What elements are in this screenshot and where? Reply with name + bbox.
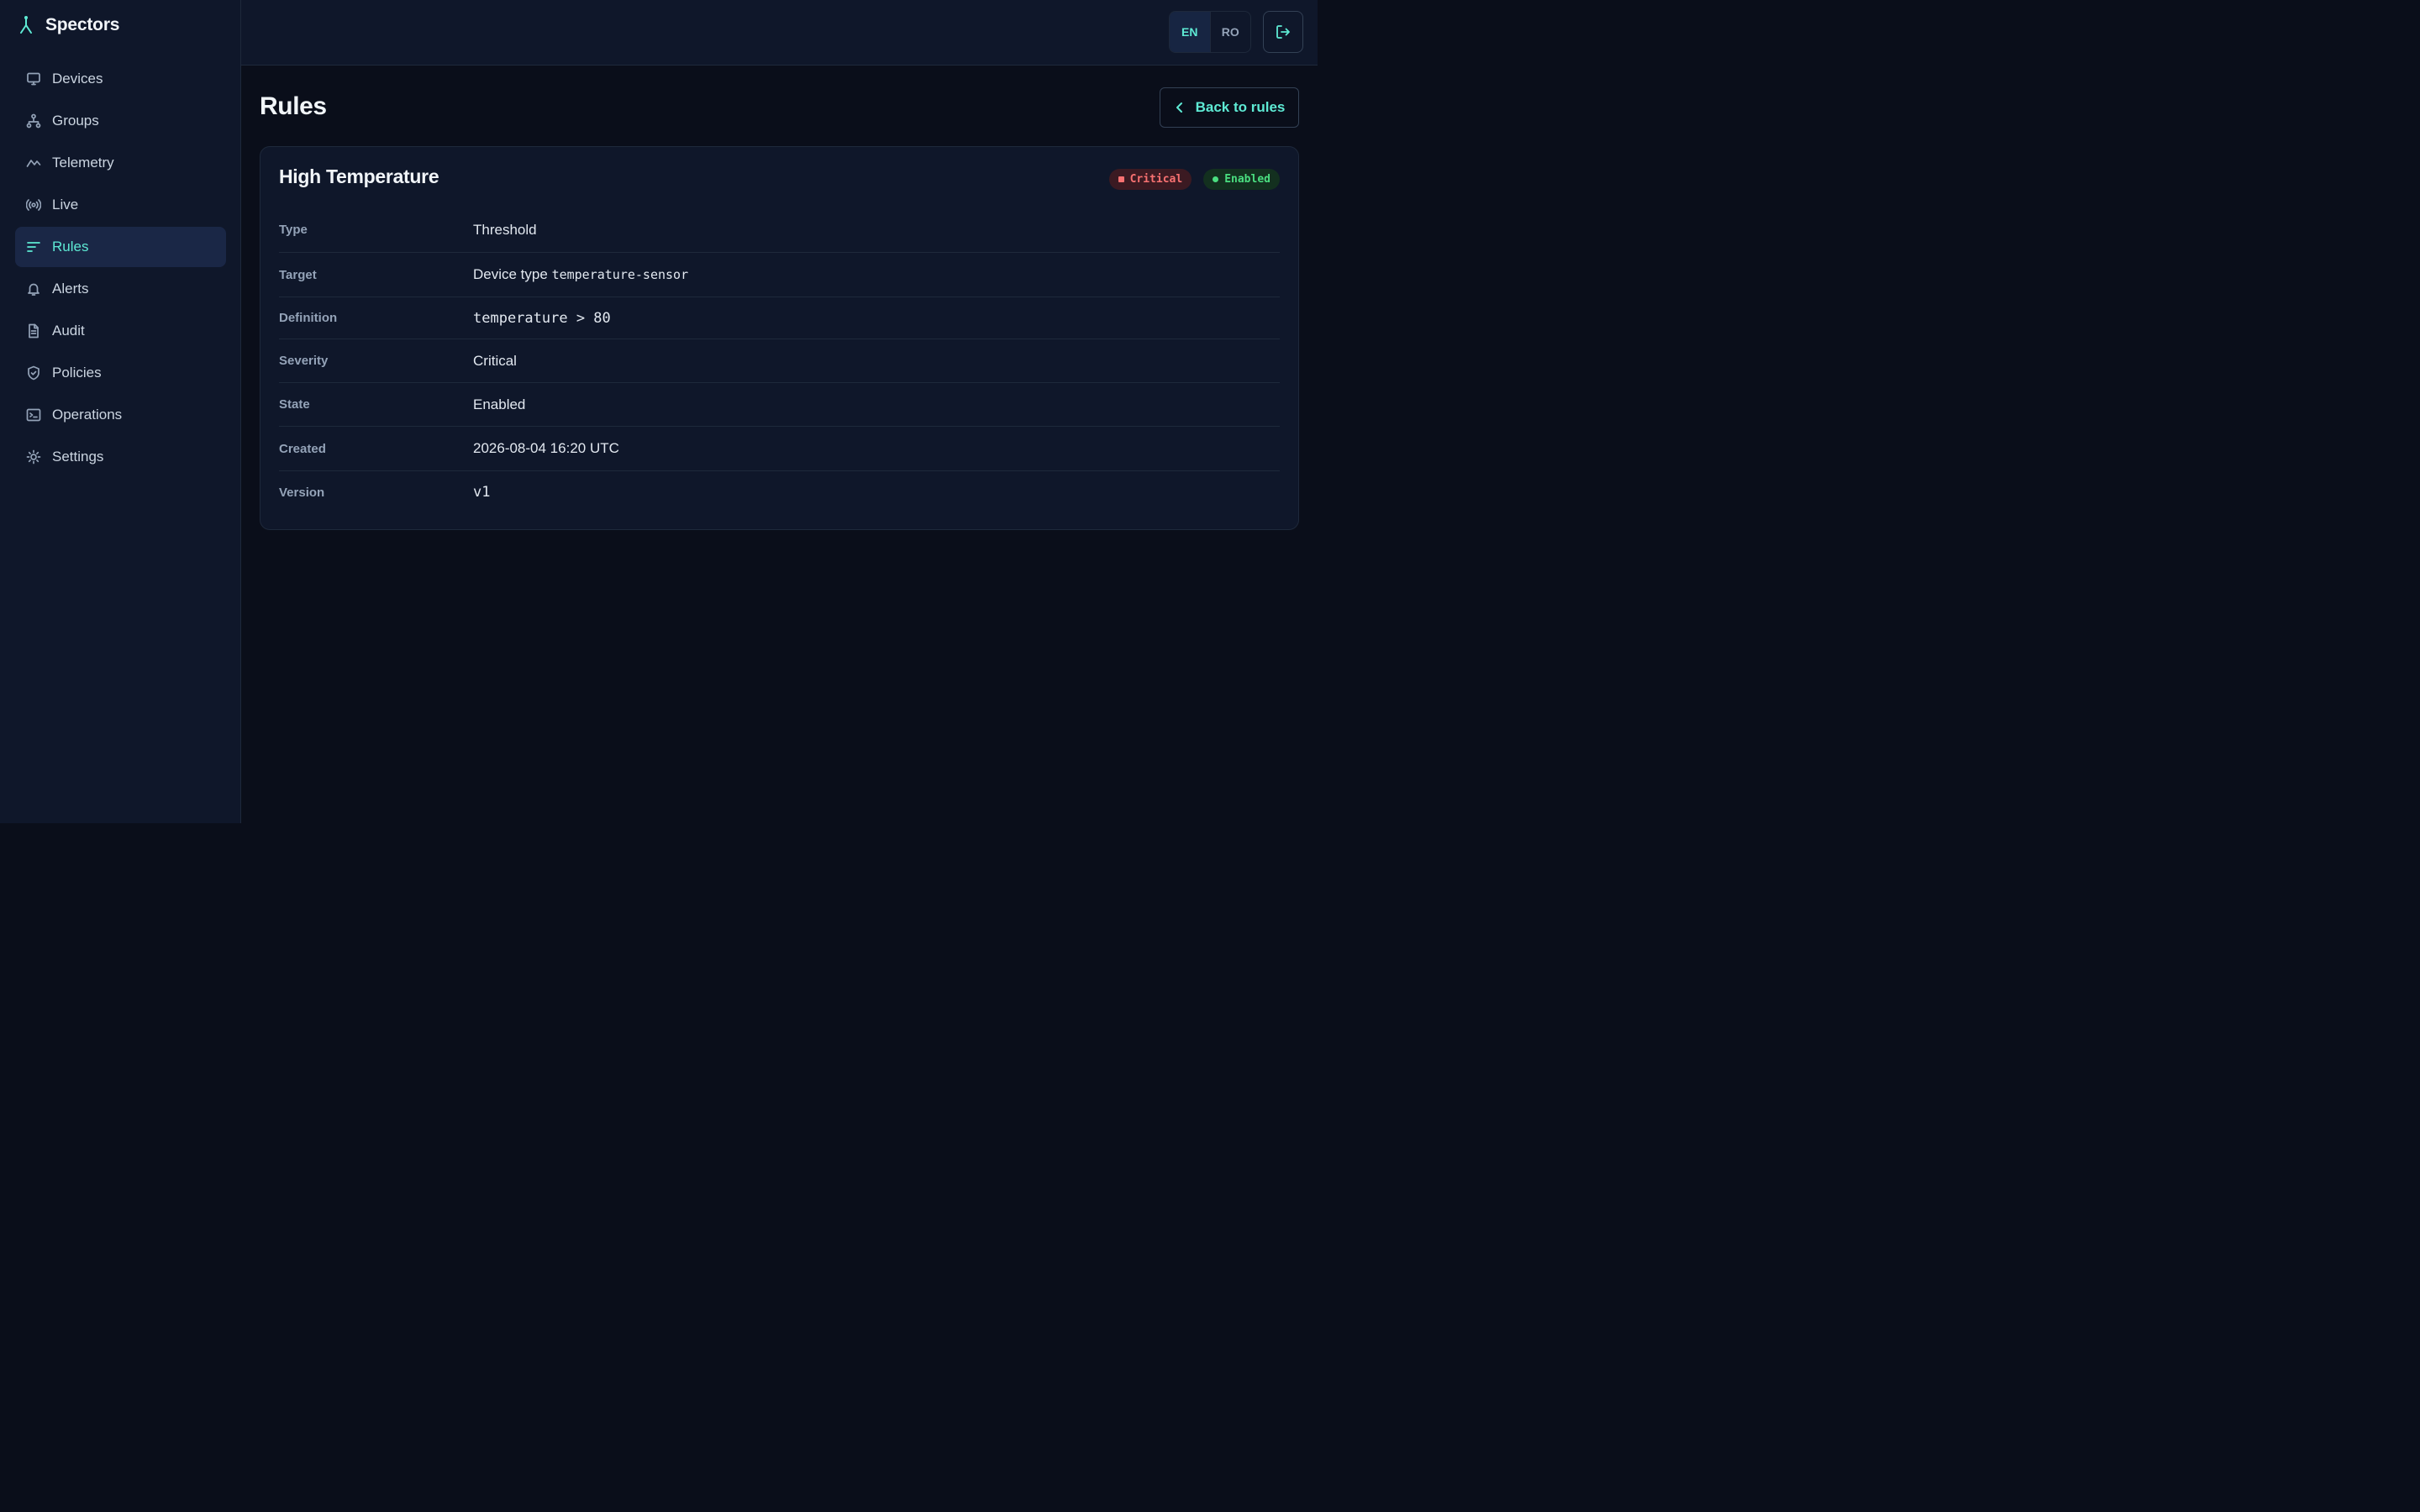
detail-label: State — [279, 397, 310, 412]
language-en-button[interactable]: EN — [1170, 12, 1210, 52]
sidebar-item-audit[interactable]: Audit — [15, 311, 226, 351]
activity-icon — [26, 155, 41, 171]
back-to-rules-button[interactable]: Back to rules — [1160, 87, 1299, 128]
language-ro-button[interactable]: RO — [1209, 12, 1251, 52]
monitor-icon — [26, 71, 41, 87]
language-switcher: EN RO — [1169, 11, 1251, 53]
sidebar-item-label: Groups — [52, 113, 99, 129]
sidebar-item-label: Devices — [52, 71, 103, 87]
sidebar-item-label: Alerts — [52, 281, 89, 297]
sidebar-nav: Devices Groups Telemetry Live Rules Aler… — [15, 59, 226, 479]
brand[interactable]: Spectors — [18, 15, 119, 35]
detail-label: Type — [279, 223, 308, 237]
shield-icon — [26, 365, 41, 381]
back-button-label: Back to rules — [1195, 99, 1286, 115]
page-title: Rules — [260, 92, 327, 120]
sidebar-item-label: Rules — [52, 239, 89, 255]
detail-value: Threshold — [473, 221, 537, 238]
rule-detail-card: High Temperature Critical Enabled Type T… — [260, 146, 1299, 530]
sidebar-item-devices[interactable]: Devices — [15, 59, 226, 99]
sidebar-item-telemetry[interactable]: Telemetry — [15, 143, 226, 183]
chevron-left-icon — [1176, 102, 1182, 113]
app: Spectors Devices Groups Telemetry Live R… — [0, 0, 1318, 823]
main-content: EN RO Rules Back to rules High Temperatu… — [241, 0, 1318, 823]
detail-value: temperature > 80 — [473, 309, 611, 327]
hierarchy-icon — [26, 113, 41, 129]
sidebar-item-label: Operations — [52, 407, 123, 423]
rule-name: High Temperature — [279, 165, 439, 187]
broadcast-icon — [26, 197, 41, 213]
brand-logo-icon — [20, 16, 32, 34]
sun-gear-icon — [26, 449, 41, 465]
bell-icon — [26, 281, 41, 297]
logout-button[interactable] — [1263, 11, 1303, 53]
detail-value: 2026-08-04 16:20 UTC — [473, 440, 619, 456]
detail-value: v1 — [473, 484, 491, 501]
detail-row-target: Target Device type temperature-sensor — [279, 253, 1280, 297]
severity-badge: Critical — [1108, 169, 1192, 190]
detail-label: Severity — [279, 354, 329, 368]
document-icon — [26, 323, 41, 339]
sidebar-item-label: Settings — [52, 449, 104, 465]
sidebar-item-label: Audit — [52, 323, 85, 339]
status-badge: Enabled — [1203, 169, 1280, 190]
sidebar: Spectors Devices Groups Telemetry Live R… — [0, 0, 241, 823]
severity-dot-icon — [1118, 176, 1124, 182]
detail-row-version: Version v1 — [279, 471, 1280, 513]
rule-badges: Critical Enabled — [1108, 169, 1280, 190]
detail-label: Version — [279, 485, 325, 500]
sidebar-item-live[interactable]: Live — [15, 185, 226, 225]
sidebar-item-settings[interactable]: Settings — [15, 437, 226, 477]
sidebar-item-label: Policies — [52, 365, 102, 381]
brand-name: Spectors — [45, 15, 120, 34]
target-device-type: temperature-sensor — [551, 267, 689, 282]
status-badge-label: Enabled — [1224, 173, 1270, 186]
status-dot-icon — [1213, 176, 1219, 182]
detail-row-definition: Definition temperature > 80 — [279, 297, 1280, 339]
detail-value: Device type temperature-sensor — [473, 266, 688, 283]
severity-badge-label: Critical — [1129, 173, 1183, 186]
detail-label: Definition — [279, 311, 338, 325]
detail-row-type: Type Threshold — [279, 207, 1280, 253]
target-prefix: Device type — [473, 266, 548, 282]
terminal-icon — [26, 407, 41, 423]
logout-icon — [1276, 25, 1290, 39]
detail-value: Critical — [473, 352, 517, 369]
detail-row-severity: Severity Critical — [279, 339, 1280, 383]
top-bar: EN RO — [241, 0, 1318, 66]
sidebar-item-label: Telemetry — [52, 155, 114, 171]
sidebar-item-operations[interactable]: Operations — [15, 395, 226, 435]
sidebar-item-label: Live — [52, 197, 79, 213]
sidebar-item-rules[interactable]: Rules — [15, 227, 226, 267]
lines-icon — [26, 239, 41, 255]
detail-value: Enabled — [473, 396, 526, 412]
sidebar-item-policies[interactable]: Policies — [15, 353, 226, 393]
rule-details: Type Threshold Target Device type temper… — [279, 207, 1280, 513]
sidebar-item-alerts[interactable]: Alerts — [15, 269, 226, 309]
detail-row-state: State Enabled — [279, 383, 1280, 427]
detail-label: Target — [279, 267, 317, 282]
sidebar-item-groups[interactable]: Groups — [15, 101, 226, 141]
detail-label: Created — [279, 441, 326, 456]
detail-row-created: Created 2026-08-04 16:20 UTC — [279, 427, 1280, 471]
